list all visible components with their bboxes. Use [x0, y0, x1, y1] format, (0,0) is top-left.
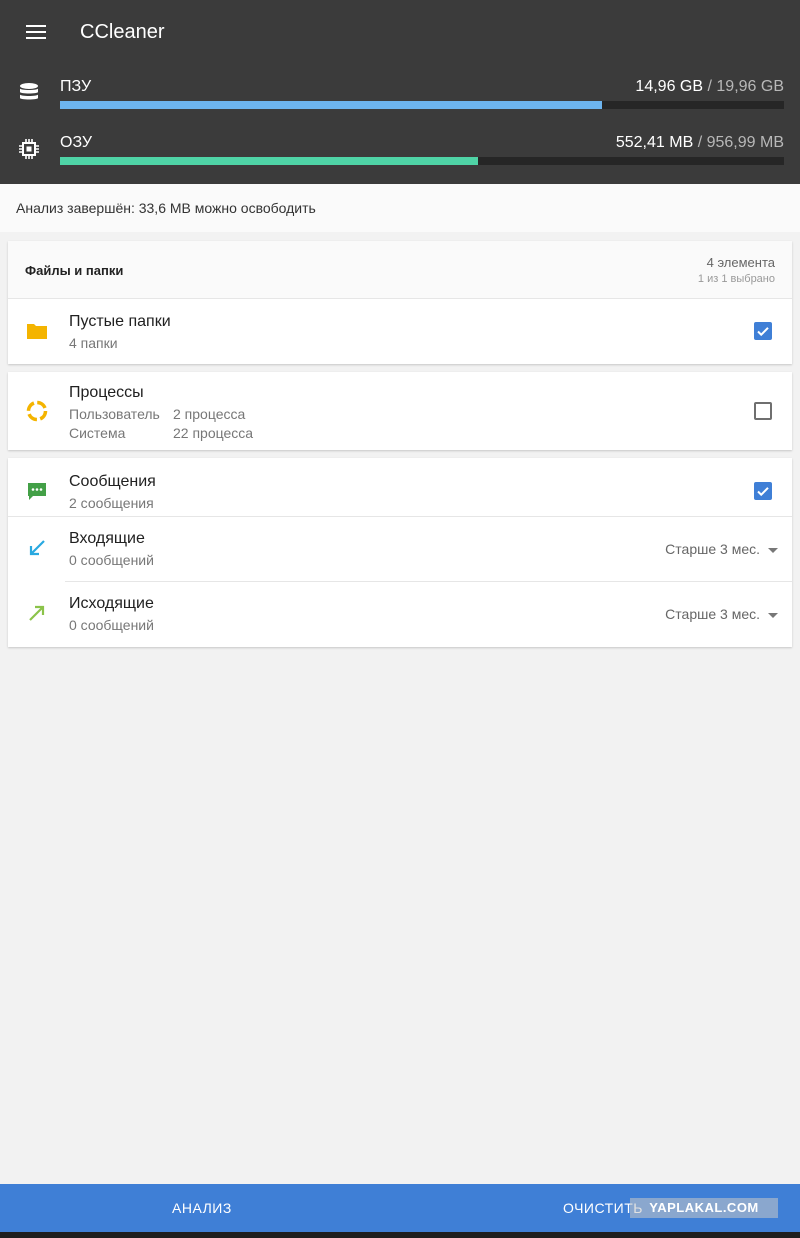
- analysis-status-bar: Анализ завершён: 33,6 MB можно освободит…: [0, 184, 800, 232]
- ram-total: 956,99 MB: [706, 134, 784, 151]
- app-header: CCleaner ПЗУ 14,96 GB / 19,96 GB ОЗУ 552…: [0, 0, 800, 184]
- app-title: CCleaner: [80, 21, 165, 43]
- checkmark-icon: [757, 487, 769, 497]
- storage-rom-row: ПЗУ 14,96 GB / 19,96 GB: [0, 76, 800, 126]
- rom-total: 19,96 GB: [716, 78, 784, 95]
- messages-card: Сообщения 2 сообщения Входящие 0 сообщен…: [8, 458, 792, 647]
- rom-used: 14,96 GB: [635, 78, 704, 95]
- incoming-subtitle: 0 сообщений: [69, 552, 154, 568]
- rom-progress-fill: [60, 101, 603, 109]
- folder-icon: [27, 324, 47, 339]
- ram-used: 552,41 MB: [615, 134, 694, 151]
- incoming-messages-item: Входящие 0 сообщений Старше 3 мес.: [8, 517, 792, 582]
- rom-progress-bar: [60, 101, 784, 109]
- rom-label: ПЗУ: [60, 78, 92, 95]
- analyze-button[interactable]: АНАЛИЗ: [0, 1184, 400, 1232]
- rom-usage: 14,96 GB / 19,96 GB: [635, 78, 784, 96]
- processes-system-value: 22 процесса: [173, 425, 254, 441]
- checkmark-icon: [757, 327, 769, 337]
- database-icon: [20, 83, 38, 100]
- bottom-strip: [0, 1232, 800, 1238]
- files-folders-title: Файлы и папки: [25, 263, 124, 278]
- messages-checkbox[interactable]: [754, 482, 772, 500]
- chip-icon: [19, 139, 39, 159]
- empty-folders-item[interactable]: Пустые папки 4 папки: [8, 299, 792, 364]
- outgoing-title: Исходящие: [69, 595, 154, 612]
- ram-label: ОЗУ: [60, 134, 93, 151]
- files-folders-count: 4 элемента: [706, 255, 775, 270]
- processes-system-label: Система: [69, 425, 126, 441]
- processes-ring-icon: [26, 400, 48, 422]
- incoming-arrow-icon: [29, 540, 45, 556]
- rom-separator: /: [707, 78, 712, 95]
- dropdown-caret-icon: [768, 612, 778, 618]
- processes-user-value: 2 процесса: [173, 406, 246, 422]
- ram-progress-fill: [60, 157, 478, 165]
- outgoing-messages-item: Исходящие 0 сообщений Старше 3 мес.: [8, 582, 792, 647]
- analyze-button-label: АНАЛИЗ: [172, 1200, 232, 1216]
- files-folders-card: Файлы и папки 4 элемента 1 из 1 выбрано …: [8, 241, 792, 364]
- empty-folders-title: Пустые папки: [69, 313, 171, 330]
- messages-header-item[interactable]: Сообщения 2 сообщения: [8, 458, 792, 516]
- ram-separator: /: [697, 134, 703, 151]
- outgoing-age-dropdown[interactable]: Старше 3 мес.: [665, 606, 778, 622]
- analysis-status-text: Анализ завершён: 33,6 MB можно освободит…: [16, 200, 316, 216]
- outgoing-subtitle: 0 сообщений: [69, 617, 154, 633]
- empty-folders-subtitle: 4 папки: [69, 335, 118, 351]
- hamburger-menu-icon[interactable]: [26, 25, 46, 39]
- processes-checkbox[interactable]: [754, 402, 772, 420]
- processes-card[interactable]: Процессы Пользователь 2 процесса Система…: [8, 372, 792, 450]
- files-folders-header: Файлы и папки 4 элемента 1 из 1 выбрано: [8, 241, 792, 299]
- incoming-title: Входящие: [69, 530, 145, 547]
- files-folders-selected: 1 из 1 выбрано: [697, 273, 775, 285]
- memory-ram-row: ОЗУ 552,41 MB / 956,99 MB: [0, 132, 800, 182]
- empty-folders-checkbox[interactable]: [754, 322, 772, 340]
- ram-progress-bar: [60, 157, 784, 165]
- messages-title: Сообщения: [69, 473, 156, 490]
- processes-title: Процессы: [69, 384, 144, 401]
- incoming-age-dropdown[interactable]: Старше 3 мес.: [665, 541, 778, 557]
- app-bar: CCleaner: [0, 0, 800, 66]
- outgoing-age-value: Старше 3 мес.: [665, 606, 760, 622]
- ram-usage: 552,41 MB / 956,99 MB: [616, 134, 784, 152]
- processes-user-label: Пользователь: [69, 406, 160, 422]
- messages-subtitle: 2 сообщения: [69, 495, 154, 511]
- message-icon: [28, 483, 46, 500]
- dropdown-caret-icon: [768, 547, 778, 553]
- outgoing-arrow-icon: [29, 605, 45, 621]
- watermark: YAPLAKAL.COM: [630, 1198, 778, 1218]
- incoming-age-value: Старше 3 мес.: [665, 541, 760, 557]
